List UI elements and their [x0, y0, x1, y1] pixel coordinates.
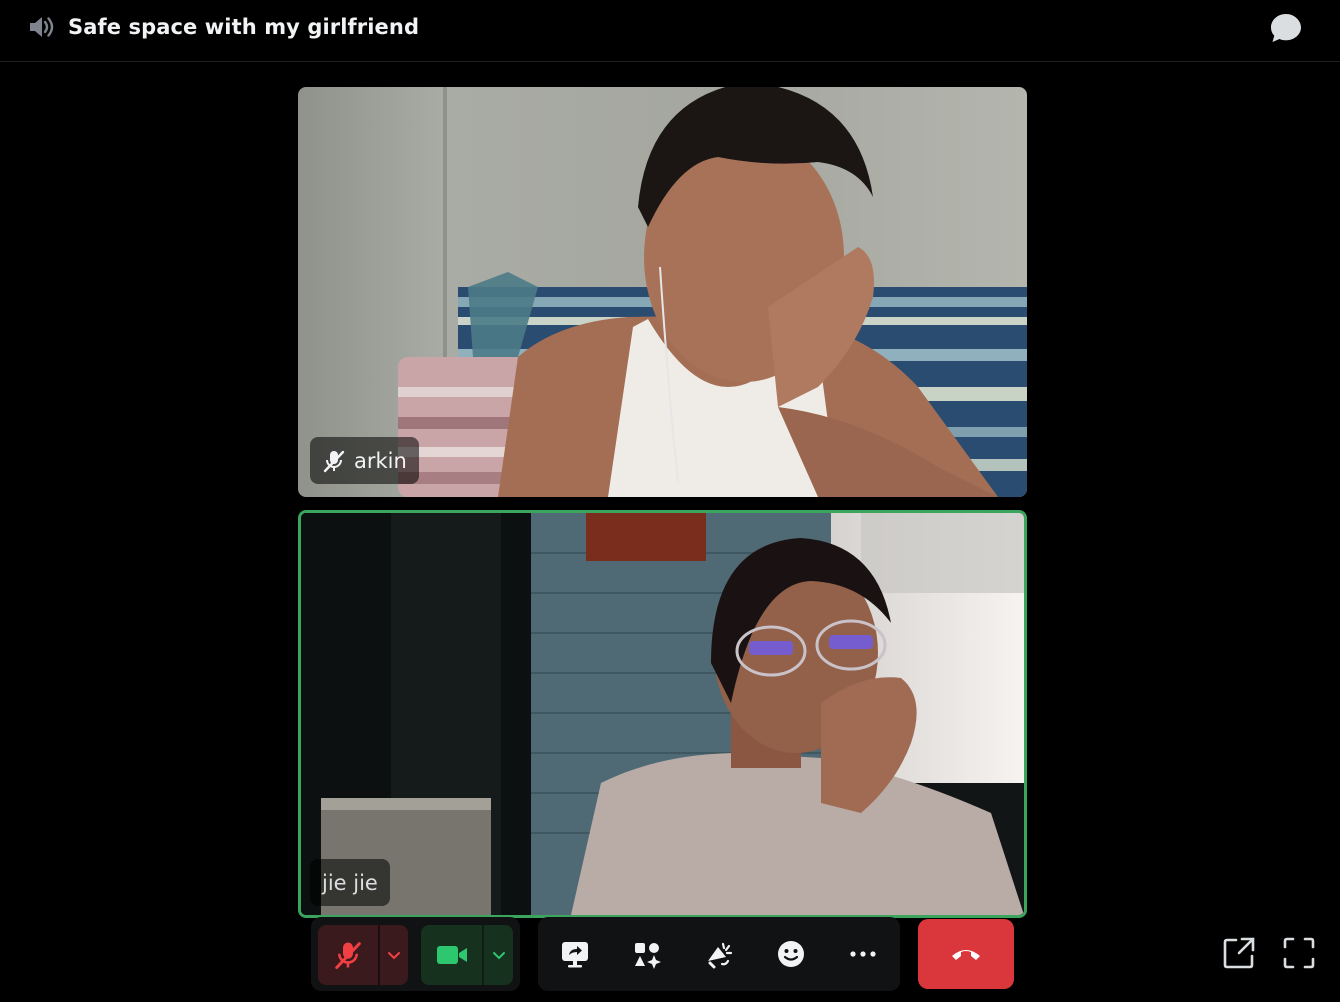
webcam-video — [301, 513, 1024, 915]
screen-share-icon — [562, 942, 588, 968]
soundboard-icon — [708, 942, 733, 969]
phone-hangup-icon — [952, 950, 980, 960]
webcam-video — [298, 87, 1027, 497]
chevron-down-icon — [492, 952, 505, 960]
activities-icon — [635, 943, 661, 969]
participant-tile-jie-jie[interactable]: jie jie — [298, 510, 1027, 918]
more-options-button[interactable] — [835, 928, 891, 980]
toggle-mute-button[interactable] — [318, 925, 378, 985]
participant-tile-arkin[interactable]: arkin — [298, 87, 1027, 497]
emoji-button[interactable] — [763, 928, 819, 980]
activities-button[interactable] — [619, 928, 675, 980]
emoji-icon — [778, 941, 804, 967]
camera-options-button[interactable] — [484, 925, 513, 985]
microphone-button[interactable] — [318, 925, 408, 985]
participant-nametag: arkin — [310, 437, 419, 484]
camera-icon — [436, 946, 467, 964]
fullscreen-button[interactable] — [1280, 934, 1318, 972]
popout-button[interactable] — [1220, 934, 1258, 972]
channel-header: Safe space with my girlfriend — [0, 0, 1340, 62]
popout-icon — [1223, 937, 1255, 969]
channel-title: Safe space with my girlfriend — [68, 15, 420, 39]
disconnect-button[interactable] — [918, 919, 1014, 989]
more-icon — [850, 951, 876, 957]
fullscreen-icon — [1283, 937, 1315, 969]
chat-bubble-icon[interactable] — [1268, 10, 1304, 46]
participant-name: jie jie — [322, 870, 378, 895]
chevron-down-icon — [388, 952, 400, 960]
speaker-icon — [30, 17, 54, 37]
screen-share-button[interactable] — [547, 928, 603, 980]
participant-nametag: jie jie — [310, 859, 390, 906]
participant-name: arkin — [354, 448, 407, 473]
soundboard-button[interactable] — [691, 928, 747, 980]
camera-button[interactable] — [421, 925, 513, 985]
toggle-camera-button[interactable] — [421, 925, 482, 985]
microphone-options-button[interactable] — [380, 925, 408, 985]
microphone-muted-icon — [323, 450, 345, 472]
microphone-muted-icon — [335, 942, 361, 969]
